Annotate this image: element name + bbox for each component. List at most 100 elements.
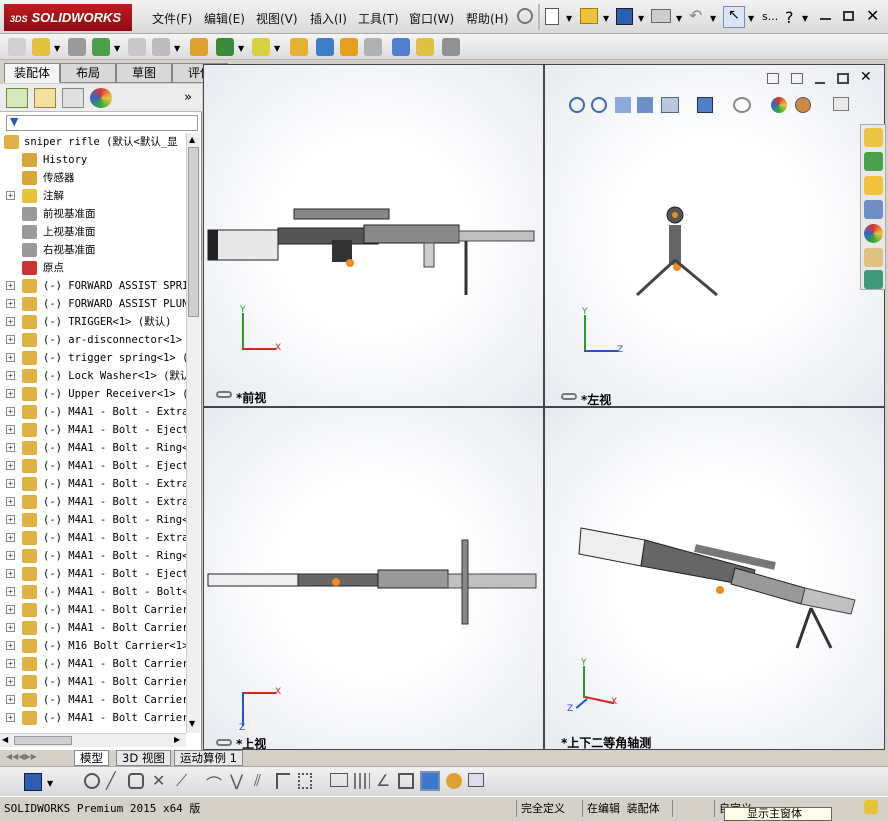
tab-layout[interactable]: 布局 [60,63,116,83]
scroll-down-icon[interactable]: ▼ [189,719,195,728]
chevron-down-icon[interactable]: ▼ [238,44,244,53]
tree-item[interactable]: + (-) M4A1 - Bolt - Ring<2 [0,511,186,529]
tree-item[interactable]: + (-) M4A1 - Bolt Carrier [0,691,186,709]
polygon-icon[interactable] [128,773,144,789]
explode-line-icon[interactable] [340,38,358,56]
tree-root[interactable]: sniper rifle (默认<默认_显 [0,133,186,151]
expand-icon[interactable]: + [6,371,15,380]
corner-icon[interactable] [276,773,290,789]
exploded-view-icon[interactable] [316,38,334,56]
tab-sketch[interactable]: 草图 [116,63,172,83]
view-link-icon[interactable] [561,393,577,400]
move-component-icon[interactable] [128,38,146,56]
trim-icon[interactable]: ✕ [152,771,165,790]
tab-assembly[interactable]: 装配体 [4,63,60,83]
chevron-down-icon[interactable]: ▼ [54,44,60,53]
solidworks-resources-icon[interactable] [864,270,883,289]
expand-icon[interactable]: + [6,587,15,596]
help-icon[interactable]: ? [785,8,794,27]
mirror-icon[interactable]: ⋁ [230,771,243,790]
scroll-left-icon[interactable]: ◀ [2,735,8,744]
instant3d-icon[interactable] [442,38,460,56]
scroll-up-icon[interactable]: ▲ [189,135,195,144]
search-commands[interactable]: s... [762,10,778,23]
expand-icon[interactable]: + [6,389,15,398]
expand-panel-icon[interactable]: » [184,90,192,105]
select-pointer-icon[interactable]: ↖ [723,6,745,28]
viewport-minimize-icon[interactable] [815,82,825,84]
tree-item[interactable]: 传感器 [0,169,186,187]
tree-item[interactable]: + (-) M4A1 - Bolt - Extrac [0,403,186,421]
tree-item[interactable]: + (-) M4A1 - Bolt - Bolt<1 [0,583,186,601]
display-style-icon[interactable] [697,97,713,113]
tree-item[interactable]: + (-) M4A1 - Bolt - Ejecto [0,565,186,583]
tree-item[interactable]: + (-) M4A1 - Bolt Carrier [0,673,186,691]
chevron-down-icon[interactable]: ▼ [710,14,716,23]
expand-icon[interactable]: + [6,407,15,416]
tree-item[interactable]: + (-) M4A1 - Bolt Carrier [0,619,186,637]
tree-item[interactable]: + (-) M4A1 - Bolt Carrier [0,655,186,673]
angle-icon[interactable]: ∠ [376,771,390,790]
pin-icon[interactable] [517,8,533,24]
edit-appearance-icon[interactable] [771,97,787,113]
expand-icon[interactable]: + [6,317,15,326]
view-link-icon[interactable] [216,391,232,398]
view-settings-icon[interactable] [833,97,849,111]
solidworks-logo[interactable]: 3DS SOLIDWORKS [4,4,132,31]
tree-item[interactable]: + (-) FORWARD ASSIST PLUNG [0,295,186,313]
tree-item[interactable]: + (-) M4A1 - Bolt - Ring<1 [0,439,186,457]
dimension-icon[interactable] [330,773,348,787]
offset-icon[interactable]: ⟋ [176,771,187,791]
expand-icon[interactable]: + [6,515,15,524]
expand-icon[interactable]: + [6,443,15,452]
scroll-right-icon[interactable]: ▶ [174,735,180,744]
wireframe-icon[interactable] [398,773,414,789]
previous-view-icon[interactable] [615,97,631,113]
chevron-down-icon[interactable]: ▼ [566,14,572,23]
tree-item[interactable]: History [0,151,186,169]
point-grid-icon[interactable] [298,773,312,789]
menu-tools[interactable]: 工具(T) [358,10,399,27]
appearances-icon[interactable] [864,224,883,243]
save-icon[interactable] [24,773,42,791]
tile-vertical-icon[interactable] [791,73,803,84]
expand-icon[interactable]: + [6,623,15,632]
menu-window[interactable]: 窗口(W) [409,10,454,27]
reference-geometry-icon[interactable] [216,38,234,56]
tree-item[interactable]: + (-) M4A1 - Bolt - Extrac [0,475,186,493]
expand-icon[interactable]: + [6,335,15,344]
assembly-features-icon[interactable] [190,38,208,56]
expand-icon[interactable]: + [6,425,15,434]
file-explorer-icon[interactable] [864,176,883,195]
tree-hscroll-thumb[interactable] [14,736,72,745]
tree-filter-field[interactable]: ▼ [6,115,198,131]
configuration-manager-icon[interactable] [62,88,84,108]
grid-icon[interactable] [354,773,370,789]
shaded-icon[interactable] [420,771,440,791]
tab-nav-arrows-icon[interactable]: ◀◀◀▶▶ [6,752,37,761]
undo-icon[interactable]: ↶ [689,6,702,25]
close-icon[interactable]: ✕ [866,6,879,25]
open-folder-icon[interactable] [580,8,598,24]
expand-icon[interactable]: + [6,299,15,308]
tab-3d-views[interactable]: 3D 视图 [116,750,171,766]
chevron-down-icon[interactable]: ▼ [638,14,644,23]
mate-icon[interactable] [32,38,50,56]
expand-icon[interactable]: + [6,713,15,722]
menu-help[interactable]: 帮助(H) [466,10,508,27]
line-icon[interactable]: ╱ [106,771,116,790]
interference-icon[interactable] [364,38,382,56]
chevron-down-icon[interactable]: ▼ [47,779,53,788]
restore-icon[interactable] [843,11,854,21]
zoom-to-fit-icon[interactable] [569,97,585,113]
save-icon[interactable] [616,8,633,25]
display-manager-icon[interactable] [90,88,112,108]
expand-icon[interactable]: + [6,479,15,488]
tree-item[interactable]: + (-) ar-disconnector<1> ( [0,331,186,349]
tree-scroll-thumb[interactable] [188,147,199,317]
tile-horizontal-icon[interactable] [767,73,779,84]
chevron-down-icon[interactable]: ▼ [802,14,808,23]
view-link-icon[interactable] [216,739,232,746]
tree-item[interactable]: + (-) M4A1 - Bolt - Extrac [0,493,186,511]
table-icon[interactable] [468,773,484,787]
